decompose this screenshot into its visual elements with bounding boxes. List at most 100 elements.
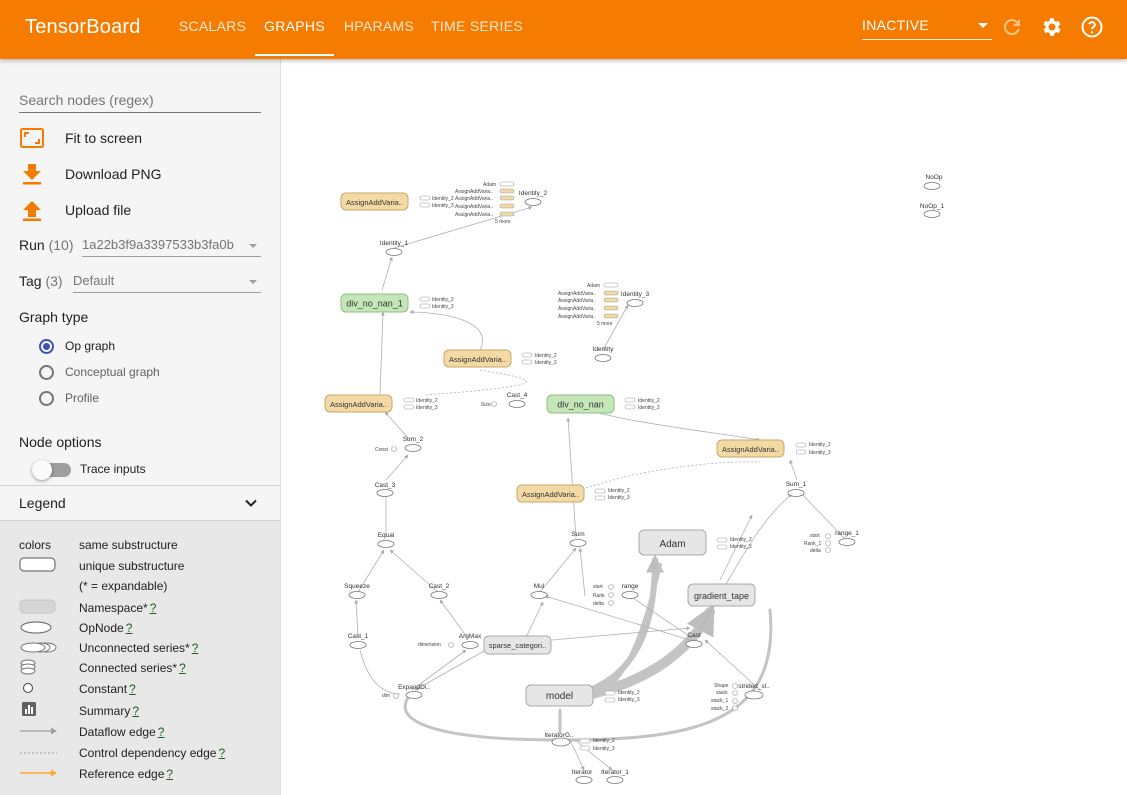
op-node-sum[interactable]: Sum xyxy=(569,531,587,547)
refresh-icon[interactable] xyxy=(1000,15,1024,39)
node-label: model xyxy=(546,691,573,702)
node-label: div_no_nan_1 xyxy=(346,299,403,309)
op-nodes: Identity_1 Identity_2 Identity_3 Identit… xyxy=(344,174,944,784)
status-select[interactable]: INACTIVE xyxy=(862,12,992,40)
op-label: Equal xyxy=(378,532,395,539)
graph-node-sparse[interactable]: sparse_categori.. xyxy=(483,635,552,655)
graph-svg[interactable]: AssignAddVaria.. div_no_nan_1 AssignAddV… xyxy=(281,59,1127,795)
tab-scalars[interactable]: SCALARS xyxy=(170,0,255,56)
graph-node-gradient-tape[interactable]: gradient_tape xyxy=(687,583,756,607)
graph-node-div-no-nan-1[interactable]: div_no_nan_1 xyxy=(340,293,409,313)
op-node-iterator-1[interactable]: Iterator_1 xyxy=(601,769,629,784)
help-link[interactable]: ? xyxy=(129,682,136,696)
node-label: AssignAddVaria.. xyxy=(330,400,387,409)
radio-conceptual-graph[interactable]: Conceptual graph xyxy=(39,363,160,381)
graph-node-assign-top[interactable]: AssignAddVaria.. xyxy=(340,192,409,211)
search-input[interactable] xyxy=(19,87,261,113)
graph-node-adam[interactable]: Adam xyxy=(638,529,707,556)
op-label: ArgMax xyxy=(459,633,482,640)
aux-rank: Rank xyxy=(593,593,605,599)
help-link[interactable]: ? xyxy=(179,661,186,675)
op-node-cast-1[interactable]: Cast_1 xyxy=(348,633,369,649)
upload-file-button[interactable]: Upload file xyxy=(19,198,131,222)
aux-assign: AssignAddVaria.. xyxy=(558,306,596,312)
op-node-noop-1[interactable]: NoOp_1 xyxy=(920,203,945,218)
op-node-sum-2[interactable]: Sum_2 xyxy=(403,436,424,452)
node-options-title: Node options xyxy=(19,434,102,450)
legend-header[interactable]: Legend xyxy=(0,485,280,521)
op-node-squeeze[interactable]: Squeeze xyxy=(344,583,370,599)
constant-symbol xyxy=(23,683,33,693)
dataflow-edge-symbol xyxy=(20,727,57,735)
graph-node-assign-mid[interactable]: AssignAddVaria.. xyxy=(443,349,512,368)
radio-op-graph[interactable]: Op graph xyxy=(39,337,115,355)
run-select[interactable]: 1a22b3f9a3397533b3fa0b xyxy=(82,233,261,257)
aux-identity-2: Identity_2 xyxy=(730,537,752,543)
graph-node-assign-center[interactable]: AssignAddVaria.. xyxy=(516,484,585,503)
help-link[interactable]: ? xyxy=(218,746,225,760)
op-node-strided-slice[interactable]: strided_sl.. xyxy=(738,683,770,700)
graph-node-model[interactable]: model xyxy=(525,684,594,707)
op-label: NoOp_1 xyxy=(920,203,945,210)
op-node-range[interactable]: range xyxy=(621,583,639,599)
aux-dimension: dimension xyxy=(418,642,441,648)
tab-graphs[interactable]: GRAPHS xyxy=(255,0,334,56)
op-node-argmax[interactable]: ArgMax xyxy=(459,633,482,649)
op-label: Identity_2 xyxy=(519,190,548,197)
help-icon[interactable] xyxy=(1080,15,1104,39)
op-node-mul[interactable]: Mul xyxy=(530,583,548,599)
aux-identity-2: Identity_2 xyxy=(432,196,454,202)
op-node-iterator[interactable]: Iterator xyxy=(572,769,593,784)
tab-hparams[interactable]: HPARAMS xyxy=(334,0,424,56)
help-link[interactable]: ? xyxy=(150,601,157,615)
aux-more: 5 more xyxy=(597,321,613,327)
help-link[interactable]: ? xyxy=(158,725,165,739)
help-link[interactable]: ? xyxy=(166,767,173,781)
aux-stack-2: stack_2 xyxy=(711,706,728,712)
aux-shape: Shape xyxy=(714,683,729,689)
radio-selected-icon xyxy=(39,338,54,354)
op-label: strided_sl.. xyxy=(738,683,770,690)
help-link[interactable]: ? xyxy=(192,641,199,655)
op-label: NoOp xyxy=(926,174,943,181)
help-link[interactable]: ? xyxy=(126,621,133,635)
op-node-cast-3[interactable]: Cast_3 xyxy=(375,482,396,497)
op-node-identity-2[interactable]: Identity_2 xyxy=(519,190,548,206)
aux-identity-2: Identity_2 xyxy=(608,488,630,494)
op-node-noop[interactable]: NoOp xyxy=(923,174,943,190)
graph-node-assign-right[interactable]: AssignAddVaria.. xyxy=(716,439,785,458)
aux-identity-3: Identity_3 xyxy=(618,697,640,703)
fit-screen-icon xyxy=(20,128,44,148)
op-node-cast-4[interactable]: Cast_4 xyxy=(507,392,528,408)
graph-canvas[interactable]: AssignAddVaria.. div_no_nan_1 AssignAddV… xyxy=(281,59,1127,795)
radio-profile[interactable]: Profile xyxy=(39,389,99,407)
toggle-knob xyxy=(32,460,52,480)
op-node-range-1[interactable]: range_1 xyxy=(835,530,859,546)
node-label: AssignAddVaria.. xyxy=(346,198,403,207)
aux-identity-2: Identity_2 xyxy=(432,297,454,303)
tag-select[interactable]: Default xyxy=(73,269,261,293)
tab-time-series[interactable]: TIME SERIES xyxy=(424,0,530,56)
legend-opnode-text: OpNode xyxy=(79,621,124,635)
op-node-identity[interactable]: Identity xyxy=(593,346,615,362)
op-node-expanddims[interactable]: ExpandDi.. xyxy=(398,684,430,699)
aux-const: Const xyxy=(375,447,389,453)
op-node-equal[interactable]: Equal xyxy=(377,532,395,548)
legend-colors-label: colors xyxy=(19,538,52,552)
aux-stack: stack xyxy=(716,690,728,696)
op-node-sum-1[interactable]: Sum_1 xyxy=(786,481,807,497)
graph-node-assign-left[interactable]: AssignAddVaria.. xyxy=(324,394,393,413)
legend-opnode: OpNode? xyxy=(79,621,132,635)
node-label: Adam xyxy=(659,539,685,550)
op-node-identity-3[interactable]: Identity_3 xyxy=(621,291,650,307)
op-node-cast-2[interactable]: Cast_2 xyxy=(429,583,450,599)
trace-inputs-toggle[interactable] xyxy=(32,460,71,480)
aux-adam: Adam xyxy=(587,283,600,289)
tag-caret-icon xyxy=(249,280,257,284)
graph-node-div-no-nan[interactable]: div_no_nan xyxy=(546,394,615,414)
help-link[interactable]: ? xyxy=(132,704,139,718)
settings-icon[interactable] xyxy=(1040,15,1064,39)
legend-panel: colors same substructure unique substruc… xyxy=(0,521,280,795)
fit-to-screen-button[interactable]: Fit to screen xyxy=(19,126,142,150)
download-png-button[interactable]: Download PNG xyxy=(19,162,162,186)
